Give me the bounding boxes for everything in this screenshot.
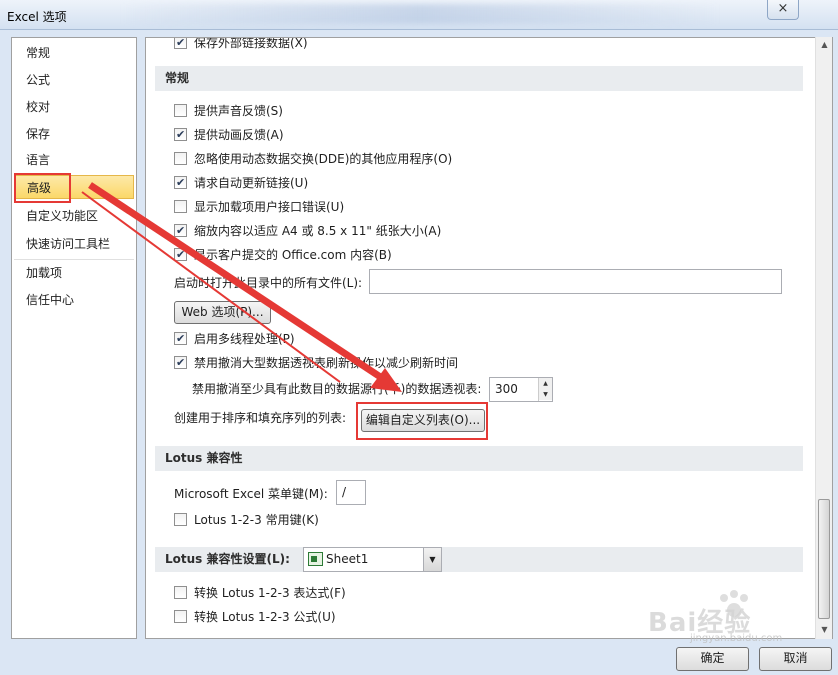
excel-sheet-icon xyxy=(308,552,323,566)
blurred-background-ribbon xyxy=(120,4,720,24)
checkbox[interactable] xyxy=(174,126,187,144)
sheet-select-value: Sheet1 xyxy=(326,552,369,566)
nav-item-proofing[interactable]: 校对 xyxy=(14,95,134,119)
spin-up-icon[interactable]: ▲ xyxy=(539,378,552,389)
vertical-scrollbar[interactable]: ▲ ▼ xyxy=(815,37,832,639)
nav-item-general[interactable]: 常规 xyxy=(14,41,134,65)
checkbox[interactable] xyxy=(174,586,187,599)
checkbox[interactable] xyxy=(174,38,187,52)
scroll-up-icon[interactable]: ▲ xyxy=(817,37,832,53)
sheet-select[interactable]: Sheet1 ▼ xyxy=(303,547,442,572)
nav-item-formulas[interactable]: 公式 xyxy=(14,68,134,92)
nav-item-add-ins[interactable]: 加载项 xyxy=(14,261,134,285)
section-header-lotus-settings: Lotus 兼容性设置(L): xyxy=(155,547,803,572)
undo-rows-value: 300 xyxy=(495,382,518,396)
checkbox[interactable] xyxy=(174,152,187,165)
startup-folder-input[interactable] xyxy=(369,269,782,294)
checkbox[interactable] xyxy=(174,174,187,192)
startup-folder-label: 启动时打开此目录中的所有文件(L): xyxy=(174,276,363,290)
menu-key-input[interactable]: / xyxy=(336,480,366,505)
checkbox[interactable] xyxy=(174,610,187,623)
checkbox[interactable] xyxy=(174,246,187,264)
nav-item-customize-ribbon[interactable]: 自定义功能区 xyxy=(14,204,134,228)
section-header-lotus-compat: Lotus 兼容性 xyxy=(155,446,803,471)
checkbox[interactable] xyxy=(174,354,187,372)
title-bar: Excel 选项 × xyxy=(0,0,838,30)
ok-button[interactable]: 确定 xyxy=(676,647,749,671)
cancel-button[interactable]: 取消 xyxy=(759,647,832,671)
spin-down-icon[interactable]: ▼ xyxy=(539,389,552,400)
nav-item-language[interactable]: 语言 xyxy=(14,148,134,172)
annotation-box-edit-lists xyxy=(356,402,488,440)
checkbox[interactable] xyxy=(174,104,187,117)
nav-item-quick-access-toolbar[interactable]: 快速访问工具栏 xyxy=(14,232,134,256)
nav-item-trust-center[interactable]: 信任中心 xyxy=(14,288,134,312)
custom-list-label: 创建用于排序和填充序列的列表: xyxy=(174,411,347,425)
annotation-box-advanced xyxy=(14,173,71,203)
menu-key-label: Microsoft Excel 菜单键(M): xyxy=(174,487,328,501)
spin-buttons: ▲ ▼ xyxy=(538,378,552,401)
checkbox[interactable] xyxy=(174,330,187,348)
checkbox[interactable] xyxy=(174,513,187,526)
chevron-down-icon[interactable]: ▼ xyxy=(423,548,441,571)
web-options-button[interactable]: Web 选项(P)... xyxy=(174,301,271,324)
undo-rows-label: 禁用撤消至少具有此数目的数据源行(千)的数据透视表: xyxy=(192,382,482,396)
scrollbar-thumb[interactable] xyxy=(818,499,830,619)
nav-divider xyxy=(14,259,134,260)
category-nav: 常规 公式 校对 保存 语言 高级 自定义功能区 快速访问工具栏 加载项 信任中… xyxy=(11,37,137,639)
undo-rows-stepper[interactable]: 300 ▲ ▼ xyxy=(489,377,553,402)
section-header-general: 常规 xyxy=(155,66,803,91)
checkbox[interactable] xyxy=(174,222,187,240)
checkbox[interactable] xyxy=(174,200,187,213)
window-title: Excel 选项 xyxy=(7,10,67,24)
nav-item-save[interactable]: 保存 xyxy=(14,122,134,146)
advanced-options-panel: 保存外部链接数据(X) 常规 提供声音反馈(S) 提供动画反馈(A) 忽略使用动… xyxy=(145,37,833,639)
close-button[interactable]: × xyxy=(767,0,799,20)
watermark-subtext: jingyan.baidu.com xyxy=(690,633,783,644)
scroll-down-icon[interactable]: ▼ xyxy=(817,622,832,638)
